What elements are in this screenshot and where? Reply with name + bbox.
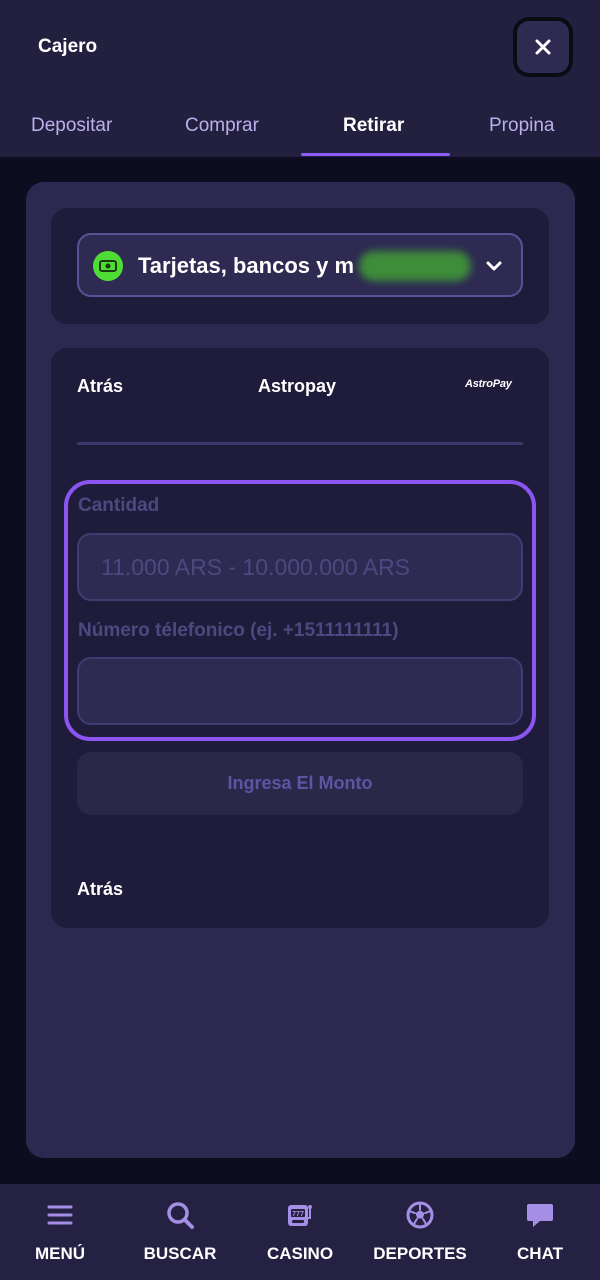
cashier-tabs: Depositar Comprar Retirar Propina [0, 100, 600, 157]
amount-input[interactable] [77, 533, 523, 601]
tab-depositar[interactable]: Depositar [31, 115, 112, 137]
menu-icon [45, 1200, 75, 1230]
nav-item-sports[interactable]: DEPORTES [370, 1184, 470, 1280]
chat-bubble-icon [525, 1200, 555, 1230]
nav-label-search: BUSCAR [143, 1244, 217, 1263]
nav-item-chat[interactable]: CHAT [500, 1184, 580, 1280]
nav-label-sports: DEPORTES [373, 1244, 467, 1263]
tab-propina[interactable]: Propina [489, 115, 555, 137]
soccer-ball-icon [405, 1200, 435, 1230]
payment-method-label: Tarjetas, bancos y m [138, 253, 355, 278]
cashier-header: Cajero Depositar Comprar Retirar Propina [0, 0, 600, 157]
cash-icon [93, 251, 123, 281]
amount-label: Cantidad [78, 495, 160, 516]
svg-text:777: 777 [292, 1211, 304, 1218]
tab-retirar[interactable]: Retirar [343, 115, 404, 137]
chevron-down-icon [486, 261, 502, 271]
bottom-nav: MENÚ BUSCAR 777 CASINO DEPORTES CHAT [0, 1184, 600, 1280]
phone-input[interactable] [77, 657, 523, 725]
slot-machine-icon: 777 [285, 1200, 315, 1230]
method-title: Astropay [258, 376, 337, 396]
close-button[interactable] [513, 17, 573, 77]
nav-label-casino: CASINO [266, 1244, 334, 1263]
nav-item-menu[interactable]: MENÚ [20, 1184, 100, 1280]
divider [77, 442, 523, 445]
nav-item-search[interactable]: BUSCAR [135, 1184, 225, 1280]
search-icon [165, 1200, 195, 1230]
phone-label: Número télefonico (ej. +1511111111) [78, 620, 399, 641]
payment-method-dropdown[interactable]: Tarjetas, bancos y m [77, 233, 523, 297]
back-link-bottom[interactable]: Atrás [77, 879, 123, 900]
nav-label-menu: MENÚ [34, 1244, 86, 1263]
page-title: Cajero [38, 36, 98, 57]
redacted-text [359, 251, 471, 281]
back-link[interactable]: Atrás [77, 376, 123, 397]
nav-label-chat: CHAT [517, 1244, 563, 1263]
nav-item-casino[interactable]: 777 CASINO [255, 1184, 345, 1280]
close-icon [535, 39, 551, 55]
tab-comprar[interactable]: Comprar [185, 115, 259, 137]
astropay-logo: AstroPay [465, 378, 512, 390]
active-tab-indicator [301, 153, 450, 156]
submit-amount-button[interactable]: Ingresa El Monto [77, 752, 523, 815]
